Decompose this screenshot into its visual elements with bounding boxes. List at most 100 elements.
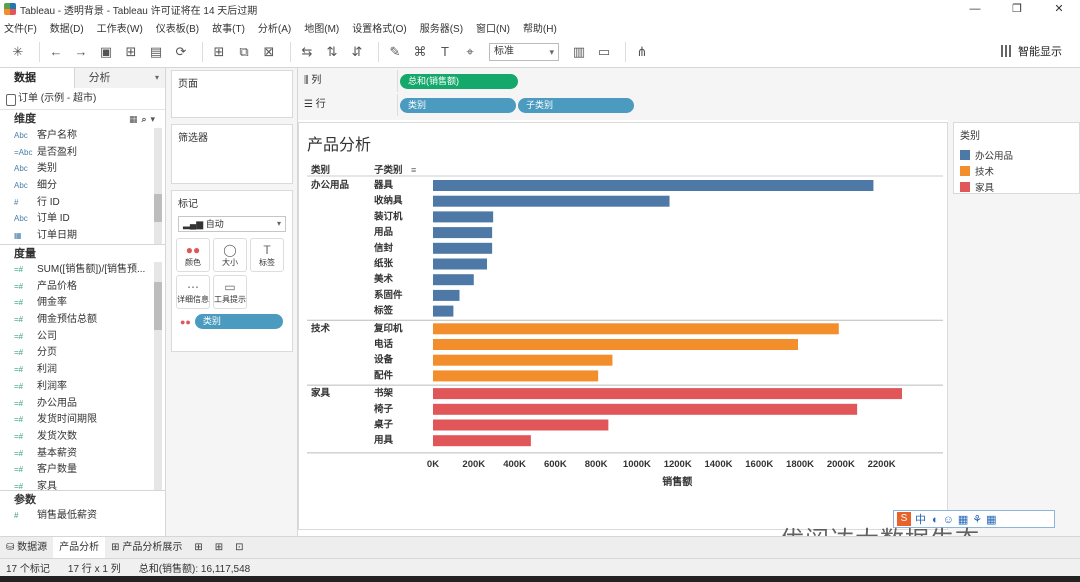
bar xyxy=(433,305,454,317)
minimize-button[interactable]: — xyxy=(954,0,996,18)
dimension-field[interactable]: Abc 细分 xyxy=(0,178,165,195)
menu-analysis[interactable]: 分析(A) xyxy=(258,20,291,35)
legend-pane: 类别 办公用品 技术 家具 xyxy=(948,120,1080,536)
field-label: 客户数量 xyxy=(37,464,77,476)
measure-field[interactable]: =# 办公用品 xyxy=(0,396,165,413)
measure-field[interactable]: =# 产品价格 xyxy=(0,279,165,296)
sort-descending-icon[interactable]: ⇵ xyxy=(347,42,367,62)
tableau-home-icon[interactable]: ✳ xyxy=(8,42,28,62)
duplicate-sheet-icon[interactable]: ⧉ xyxy=(234,42,254,62)
sort-ascending-icon[interactable]: ⇅ xyxy=(322,42,342,62)
pages-card[interactable]: 页面 xyxy=(171,70,293,118)
dashboard-tab[interactable]: ⊞ 产品分析展示 xyxy=(105,537,188,559)
measures-label: 度量 xyxy=(14,248,36,260)
show-cards-icon[interactable]: ▥ xyxy=(569,42,589,62)
color-pill[interactable]: 类别 xyxy=(194,314,283,329)
date-field-icon: ▦ xyxy=(14,231,22,241)
measure-field[interactable]: =# SUM([销售额])/[销售预... xyxy=(0,262,165,279)
show-labels-icon[interactable]: T xyxy=(435,42,455,62)
tooltip-button[interactable]: ▭ 工具提示 xyxy=(213,275,247,309)
measure-field[interactable]: =# 客户数量 xyxy=(0,462,165,479)
measure-field[interactable]: =# 分页 xyxy=(0,345,165,362)
measures-scrollbar[interactable] xyxy=(154,262,162,490)
detail-button[interactable]: ⋯ 详细信息 xyxy=(176,275,210,309)
rows-pill-category[interactable]: 类别 xyxy=(400,97,516,113)
share-icon[interactable]: ⋔ xyxy=(632,42,652,62)
rows-pill-subcategory[interactable]: 子类别 xyxy=(518,97,634,113)
menu-file[interactable]: 文件(F) xyxy=(4,20,37,35)
dimension-field[interactable]: # 行 ID xyxy=(0,195,165,212)
tab-analysis[interactable]: 分析 xyxy=(74,68,165,88)
new-worksheet-tab-icon[interactable]: ⊞ xyxy=(188,537,208,559)
parameter-field[interactable]: # 销售最低薪资 xyxy=(0,508,165,525)
color-button[interactable]: ●● 颜色 xyxy=(176,238,210,272)
fit-select[interactable]: 标准 xyxy=(489,42,559,61)
size-button[interactable]: ◯ 大小 xyxy=(213,238,247,272)
redo-icon[interactable]: → xyxy=(71,42,91,62)
new-story-tab-icon[interactable]: ⊡ xyxy=(229,537,249,559)
swap-icon[interactable]: ⇆ xyxy=(297,42,317,62)
menu-window[interactable]: 窗口(N) xyxy=(476,20,510,35)
new-dashboard-tab-icon[interactable]: ⊞ xyxy=(209,537,229,559)
dimension-field[interactable]: Abc 订单 ID xyxy=(0,211,165,228)
measure-field[interactable]: =# 家具 xyxy=(0,479,165,490)
measure-field[interactable]: =# 利润率 xyxy=(0,379,165,396)
subcategory-label: 电话 xyxy=(374,338,394,350)
pin-icon[interactable]: ⌖ xyxy=(460,42,480,62)
color-legend[interactable]: 类别 办公用品 技术 家具 xyxy=(953,122,1080,194)
group-icon[interactable]: ⌘ xyxy=(410,42,430,62)
save-icon[interactable]: ▣ xyxy=(96,42,116,62)
sheet-tab-active[interactable]: 产品分析 xyxy=(53,536,106,559)
menu-server[interactable]: 服务器(S) xyxy=(420,20,463,35)
menu-format[interactable]: 设置格式(O) xyxy=(352,20,406,35)
field-label: 发货次数 xyxy=(37,430,77,442)
toolbar-divider xyxy=(39,41,40,62)
maximize-button[interactable]: ❐ xyxy=(996,0,1038,18)
measure-field[interactable]: =# 佣金率 xyxy=(0,295,165,312)
mark-type-select[interactable]: ▂▄▆ 自动 xyxy=(178,216,286,232)
undo-icon[interactable]: ← xyxy=(46,42,66,62)
scrollbar-thumb[interactable] xyxy=(154,194,162,222)
dimension-field[interactable]: Abc 客户名称 xyxy=(0,128,165,145)
columns-pill[interactable]: 总和(销售额) xyxy=(400,73,518,89)
clear-sheet-icon[interactable]: ⊠ xyxy=(259,42,279,62)
tab-data[interactable]: 数据 xyxy=(0,68,75,88)
dimensions-tools[interactable]: ▦⌕▾ xyxy=(129,110,159,128)
dimensions-scrollbar[interactable] xyxy=(154,128,162,244)
label-icon: T xyxy=(263,242,271,257)
measure-field[interactable]: =# 佣金预估总额 xyxy=(0,312,165,329)
legend-item[interactable]: 技术 xyxy=(960,163,1073,179)
measure-field[interactable]: =# 基本薪资 xyxy=(0,446,165,463)
legend-item[interactable]: 办公用品 xyxy=(960,147,1073,163)
filters-card[interactable]: 筛选器 xyxy=(171,124,293,184)
dimension-field[interactable]: =Abc 是否盈利 xyxy=(0,145,165,162)
menu-map[interactable]: 地图(M) xyxy=(304,20,339,35)
show-me-button[interactable]: 智能显示 xyxy=(1001,43,1062,59)
menu-data[interactable]: 数据(D) xyxy=(50,20,84,35)
dimension-field[interactable]: ▦ 订单日期 xyxy=(0,228,165,245)
menu-worksheet[interactable]: 工作表(W) xyxy=(97,20,143,35)
bar xyxy=(433,419,609,431)
menu-story[interactable]: 故事(T) xyxy=(212,20,245,35)
datasource-tab[interactable]: ⛁ 数据源 xyxy=(0,537,53,559)
highlight-icon[interactable]: ✎ xyxy=(385,42,405,62)
close-button[interactable]: ✕ xyxy=(1038,0,1080,18)
measure-field[interactable]: =# 发货次数 xyxy=(0,429,165,446)
bar xyxy=(433,323,839,335)
new-worksheet-icon[interactable]: ⊞ xyxy=(209,42,229,62)
scrollbar-thumb[interactable] xyxy=(154,282,162,330)
pause-updates-icon[interactable]: ▤ xyxy=(146,42,166,62)
refresh-icon[interactable]: ⟳ xyxy=(171,42,191,62)
datasource-item[interactable]: 订单 (示例 - 超市) xyxy=(0,88,165,110)
measure-field[interactable]: =# 公司 xyxy=(0,329,165,346)
menu-dashboard[interactable]: 仪表板(B) xyxy=(156,20,199,35)
measure-field[interactable]: =# 发货时间期限 xyxy=(0,412,165,429)
bar xyxy=(433,211,494,223)
new-datasource-icon[interactable]: ⊞ xyxy=(121,42,141,62)
legend-item[interactable]: 家具 xyxy=(960,179,1073,195)
label-button[interactable]: T 标签 xyxy=(250,238,284,272)
presentation-icon[interactable]: ▭ xyxy=(594,42,614,62)
dimension-field[interactable]: Abc 类别 xyxy=(0,161,165,178)
menu-help[interactable]: 帮助(H) xyxy=(523,20,557,35)
measure-field[interactable]: =# 利润 xyxy=(0,362,165,379)
